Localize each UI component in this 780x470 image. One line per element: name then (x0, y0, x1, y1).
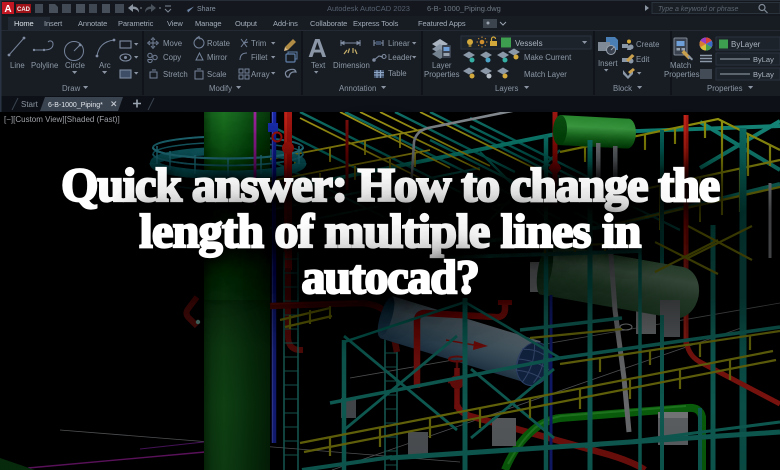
svg-text:Vessels: Vessels (515, 39, 543, 48)
svg-text:Dimension: Dimension (333, 61, 370, 70)
svg-text:Parametric: Parametric (118, 19, 154, 28)
svg-text:Add-ins: Add-ins (273, 19, 298, 28)
svg-text:ByLayer: ByLayer (731, 40, 761, 49)
svg-text:Trim: Trim (251, 39, 266, 48)
svg-text:Rotate: Rotate (207, 39, 230, 48)
svg-text:Line: Line (10, 61, 25, 70)
svg-text:Circle: Circle (65, 61, 85, 70)
svg-text:ByLay: ByLay (753, 55, 774, 64)
svg-text:CAD: CAD (17, 7, 31, 13)
svg-text:Mirror: Mirror (207, 53, 228, 62)
svg-text:Insert: Insert (598, 59, 618, 68)
svg-text:Move: Move (163, 39, 182, 48)
svg-text:Fillet: Fillet (251, 53, 268, 62)
svg-text:Text: Text (311, 61, 326, 70)
svg-text:Stretch: Stretch (163, 70, 188, 79)
svg-text:View: View (167, 19, 183, 28)
svg-text:Create: Create (636, 40, 659, 49)
svg-text:Polyline: Polyline (31, 61, 58, 70)
svg-text:Home: Home (14, 19, 34, 28)
svg-text:Share: Share (197, 6, 216, 13)
svg-text:Collaborate: Collaborate (310, 19, 347, 28)
svg-text:Properties: Properties (707, 84, 743, 93)
svg-text:Draw: Draw (62, 84, 81, 93)
svg-text:Match: Match (670, 61, 691, 70)
svg-text:A: A (308, 33, 327, 63)
svg-text:Make Current: Make Current (524, 53, 572, 62)
svg-text:Edit: Edit (636, 55, 650, 64)
svg-text:Layer: Layer (432, 61, 452, 70)
svg-text:A: A (4, 4, 11, 15)
svg-text:Start: Start (21, 100, 39, 109)
svg-text:6-B- 1000_Piping.dwg: 6-B- 1000_Piping.dwg (427, 4, 501, 13)
svg-text:Featured Apps: Featured Apps (418, 19, 466, 28)
svg-text:Annotation: Annotation (339, 84, 376, 93)
svg-text:Match Layer: Match Layer (524, 70, 567, 79)
svg-text:Express Tools: Express Tools (353, 19, 399, 28)
svg-text:Autodesk AutoCAD 2023: Autodesk AutoCAD 2023 (327, 4, 410, 13)
svg-text:Table: Table (388, 69, 407, 78)
svg-text:Properties: Properties (424, 70, 460, 79)
svg-text:Block: Block (613, 84, 632, 93)
svg-text:Arc: Arc (99, 61, 111, 70)
svg-text:ByLay: ByLay (753, 70, 774, 79)
svg-text:Manage: Manage (195, 19, 222, 28)
svg-text:Scale: Scale (207, 70, 227, 79)
svg-text:Modify: Modify (209, 84, 232, 93)
svg-text:Leader: Leader (388, 53, 413, 62)
svg-text:6-B-1000_Piping*: 6-B-1000_Piping* (48, 102, 103, 109)
svg-text:Type a keyword or phrase: Type a keyword or phrase (658, 6, 739, 13)
svg-text:Array: Array (251, 70, 270, 79)
svg-text:Insert: Insert (44, 19, 63, 28)
svg-text:Output: Output (235, 19, 258, 28)
svg-text:Layers: Layers (495, 84, 519, 93)
svg-text:Linear: Linear (388, 39, 410, 48)
svg-text:Annotate: Annotate (78, 19, 107, 28)
svg-text:Properties: Properties (664, 70, 700, 79)
svg-text:Copy: Copy (163, 53, 181, 62)
